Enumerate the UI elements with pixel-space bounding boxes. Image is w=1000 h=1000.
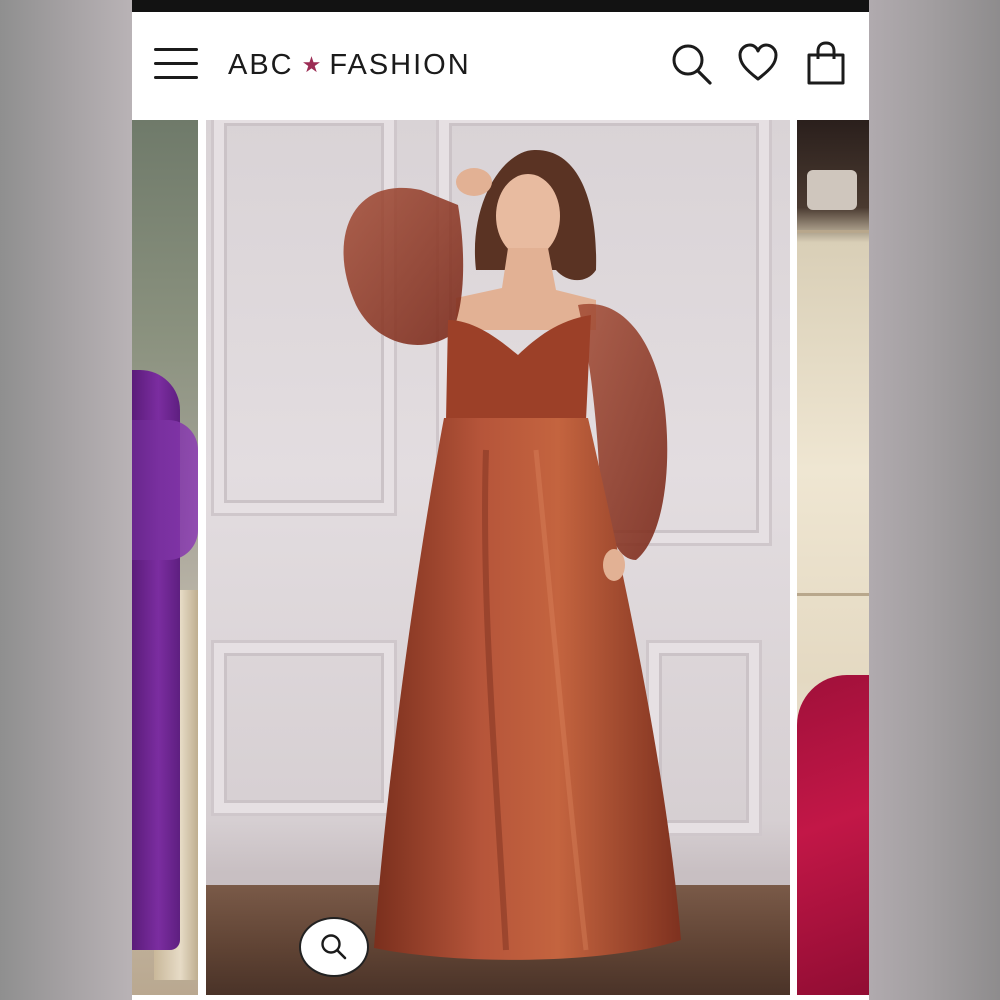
zoom-button[interactable] — [299, 917, 369, 977]
shopping-bag-icon[interactable] — [804, 40, 848, 86]
app-header: ABC ★ FASHION — [132, 12, 869, 118]
product-image-gallery[interactable] — [132, 118, 869, 1000]
brand-name-left: ABC — [228, 48, 294, 81]
gallery-slide-next[interactable] — [797, 120, 869, 995]
model-in-gown-image — [343, 149, 681, 960]
brand-star-icon: ★ — [301, 52, 322, 77]
heart-icon[interactable] — [736, 40, 780, 86]
status-bar — [132, 0, 869, 12]
vanity-items-image — [807, 170, 857, 210]
purple-sleeve-image — [132, 420, 198, 560]
zoom-search-icon — [321, 934, 347, 960]
brand-logo[interactable]: ABC ★ FASHION — [228, 45, 471, 85]
gallery-slide-previous[interactable] — [132, 120, 198, 995]
brand-name-right: FASHION — [329, 48, 471, 81]
red-gown-image — [797, 675, 869, 995]
search-icon[interactable] — [670, 40, 714, 86]
hamburger-menu-icon[interactable] — [154, 46, 198, 80]
dresser-image — [797, 230, 869, 596]
app-screen: ABC ★ FASHION — [132, 0, 869, 1000]
gallery-slide-current[interactable] — [206, 120, 790, 995]
